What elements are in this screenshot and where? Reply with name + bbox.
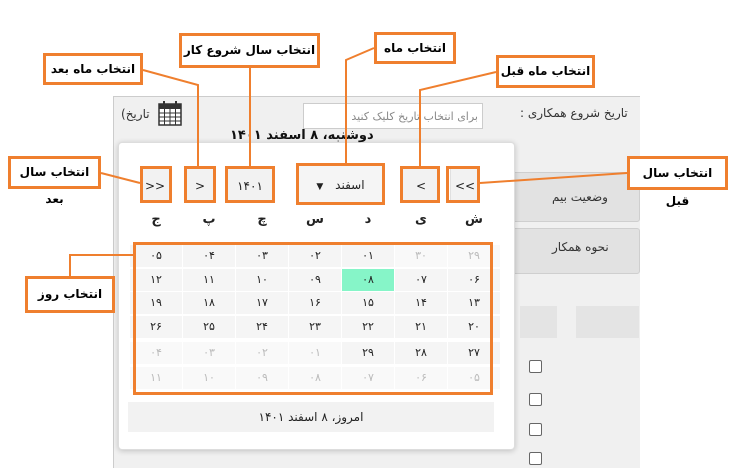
annotation-start-year: انتخاب سال شروع کار <box>179 33 320 68</box>
annotation-next-year: انتخاب سال بعد <box>8 156 101 206</box>
annotation-prev-year: انتخاب سال قبل <box>627 156 728 208</box>
annotation-next-month: انتخاب ماه بعد <box>43 53 143 85</box>
annotation-day: انتخاب روز <box>25 276 115 313</box>
annotation-month: انتخاب ماه <box>374 32 456 64</box>
annotation-prev-month: انتخاب ماه قبل <box>496 55 595 88</box>
